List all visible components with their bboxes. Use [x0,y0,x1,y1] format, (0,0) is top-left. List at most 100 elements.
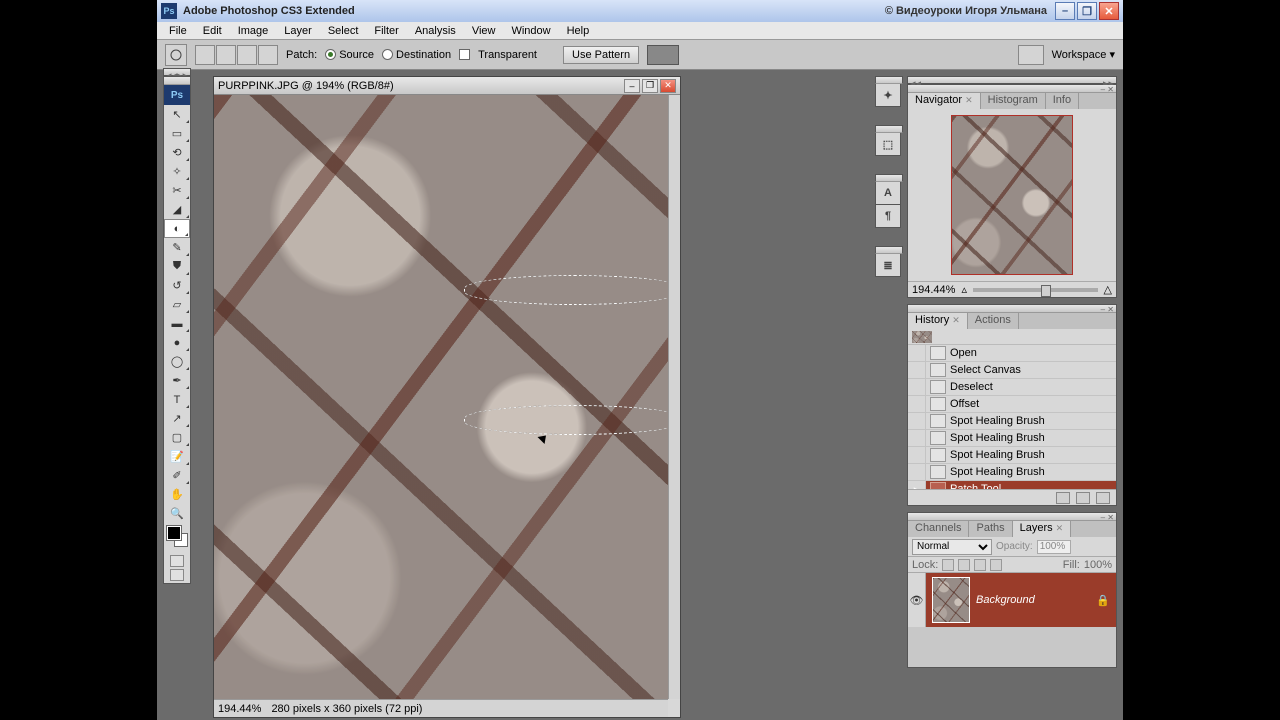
lock-transparent-icon[interactable] [942,559,954,571]
navigator-thumbnail[interactable] [951,115,1073,275]
blend-mode-select[interactable]: Normal [912,539,992,555]
hand-tool-icon[interactable]: ✋ [164,485,190,504]
bridge-icon[interactable] [1018,45,1044,65]
strip-icon-3[interactable]: A [875,182,901,205]
stamp-tool-icon[interactable]: ⛊ [164,257,190,276]
type-tool-icon[interactable]: T [164,390,190,409]
history-item[interactable]: Deselect [908,379,1116,396]
path-tool-icon[interactable]: ↗ [164,409,190,428]
menu-window[interactable]: Window [503,23,558,39]
tab-actions[interactable]: Actions [968,313,1019,329]
selection-new-icon[interactable] [195,45,215,65]
history-item[interactable]: Offset [908,396,1116,413]
menu-layer[interactable]: Layer [276,23,320,39]
tab-navigator[interactable]: Navigator✕ [908,93,981,109]
shape-tool-icon[interactable]: ▢ [164,428,190,447]
history-new-icon[interactable] [1076,492,1090,504]
quickmask-icon[interactable] [170,555,184,567]
zoom-value[interactable]: 194.44% [218,703,261,715]
history-item[interactable]: Open [908,345,1116,362]
strip-icon-1[interactable]: ✦ [875,84,901,107]
menu-analysis[interactable]: Analysis [407,23,464,39]
zoom-tool-icon[interactable]: 🔍 [164,504,190,523]
history-trash-icon[interactable] [1096,492,1110,504]
zoom-out-icon[interactable]: ▵ [961,283,967,296]
lasso-tool-icon[interactable]: ⟲ [164,143,190,162]
dodge-tool-icon[interactable]: ◯ [164,352,190,371]
opacity-field[interactable]: 100% [1037,540,1071,554]
workspace-menu[interactable]: Workspace ▾ [1052,48,1115,61]
history-snapshot-icon[interactable] [1056,492,1070,504]
menu-view[interactable]: View [464,23,504,39]
lock-paint-icon[interactable] [958,559,970,571]
close-button[interactable]: ✕ [1099,2,1119,20]
layer-name[interactable]: Background [976,594,1096,606]
foreground-color-icon[interactable] [167,526,181,540]
menu-image[interactable]: Image [230,23,277,39]
pen-tool-icon[interactable]: ✒ [164,371,190,390]
transparent-checkbox[interactable] [459,49,470,60]
color-swatches[interactable] [164,523,190,553]
tab-channels[interactable]: Channels [908,521,969,537]
layer-row[interactable]: 👁 Background 🔒 [908,573,1116,627]
menu-filter[interactable]: Filter [366,23,406,39]
screenmode-icon[interactable] [170,569,184,581]
menu-file[interactable]: File [161,23,195,39]
slice-tool-icon[interactable]: ◢ [164,200,190,219]
eraser-tool-icon[interactable]: ▱ [164,295,190,314]
notes-tool-icon[interactable]: 📝 [164,447,190,466]
zoom-slider[interactable] [973,288,1098,292]
tab-info[interactable]: Info [1046,93,1079,109]
tab-history[interactable]: History✕ [908,313,968,329]
eyedropper-tool-icon[interactable]: ✐ [164,466,190,485]
document-canvas[interactable] [214,95,668,699]
tool-preset-icon[interactable] [165,44,187,66]
vertical-scrollbar[interactable] [668,95,680,699]
history-item[interactable]: Spot Healing Brush [908,464,1116,481]
lock-position-icon[interactable] [974,559,986,571]
use-pattern-button[interactable]: Use Pattern [563,46,639,64]
strip-icon-4[interactable]: ¶ [875,205,901,228]
navigator-zoom-value[interactable]: 194.44% [912,284,955,296]
history-brush-icon[interactable]: ↺ [164,276,190,295]
healing-tool-icon[interactable]: ◐ [164,219,190,238]
wand-tool-icon[interactable]: ✧ [164,162,190,181]
tab-paths[interactable]: Paths [969,521,1012,537]
fill-field[interactable]: 100% [1084,559,1112,571]
minimize-button[interactable]: – [1055,2,1075,20]
history-item-current[interactable]: ▸Patch Tool [908,481,1116,489]
maximize-button[interactable]: ❐ [1077,2,1097,20]
move-tool-icon[interactable]: ↖ [164,105,190,124]
destination-radio[interactable]: Destination [382,49,451,61]
selection-subtract-icon[interactable] [237,45,257,65]
source-radio[interactable]: Source [325,49,374,61]
crop-tool-icon[interactable]: ✂ [164,181,190,200]
zoom-in-icon[interactable]: △ [1104,283,1112,296]
history-item[interactable]: Spot Healing Brush [908,447,1116,464]
doc-maximize-button[interactable]: ❐ [642,79,658,93]
layer-visibility-icon[interactable]: 👁 [908,573,926,627]
history-item[interactable]: Spot Healing Brush [908,413,1116,430]
blur-tool-icon[interactable]: ● [164,333,190,352]
menu-select[interactable]: Select [320,23,367,39]
marquee-tool-icon[interactable]: ▭ [164,124,190,143]
tab-histogram[interactable]: Histogram [981,93,1046,109]
history-snapshot[interactable] [908,329,1116,345]
doc-close-button[interactable]: ✕ [660,79,676,93]
brush-tool-icon[interactable]: ✎ [164,238,190,257]
gradient-tool-icon[interactable]: ▬ [164,314,190,333]
menu-help[interactable]: Help [559,23,598,39]
selection-add-icon[interactable] [216,45,236,65]
history-panel: – ✕ History✕ Actions Open Select Canvas … [907,304,1117,506]
history-item[interactable]: Spot Healing Brush [908,430,1116,447]
pattern-swatch[interactable] [647,45,679,65]
menu-edit[interactable]: Edit [195,23,230,39]
doc-minimize-button[interactable]: – [624,79,640,93]
tab-layers[interactable]: Layers✕ [1013,521,1072,537]
layer-thumbnail[interactable] [932,577,970,623]
strip-icon-2[interactable]: ⬚ [875,133,901,156]
strip-icon-5[interactable]: ≣ [875,254,901,277]
history-item[interactable]: Select Canvas [908,362,1116,379]
selection-intersect-icon[interactable] [258,45,278,65]
lock-all-icon[interactable] [990,559,1002,571]
